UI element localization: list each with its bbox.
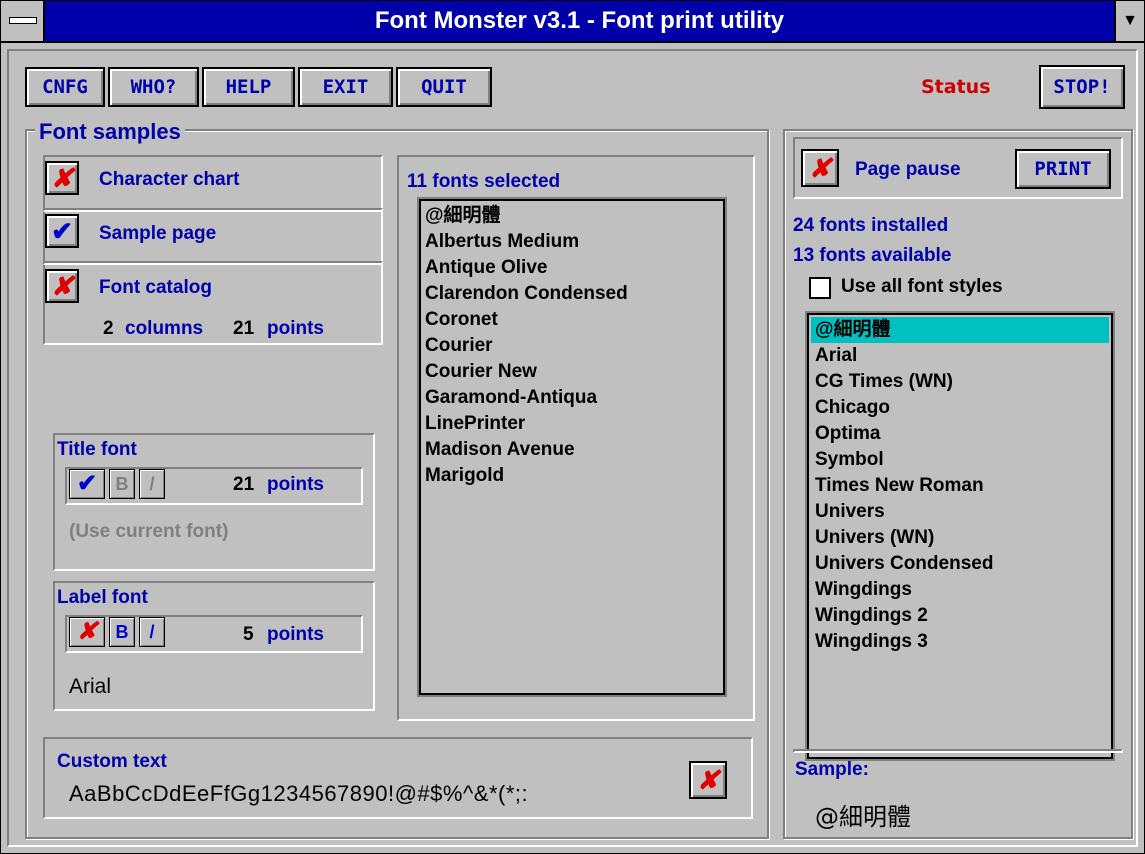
- system-menu-icon: [9, 17, 37, 24]
- selected-fonts-heading: 11 fonts selected: [407, 171, 561, 192]
- custom-text-label: Custom text: [57, 751, 167, 772]
- custom-text-value[interactable]: AaBbCcDdEeFfGg1234567890!@#$%^&*(*;:: [69, 781, 528, 807]
- title-bar: Font Monster v3.1 - Font print utility ▼: [1, 1, 1144, 43]
- divider: [793, 749, 1123, 753]
- system-menu-button[interactable]: [1, 1, 45, 41]
- label-font-points-value[interactable]: 5: [243, 624, 254, 646]
- label-font-x-button[interactable]: ✘: [69, 617, 105, 647]
- print-button[interactable]: PRINT: [1015, 149, 1111, 189]
- available-font-item[interactable]: CG Times (WN): [811, 369, 1109, 395]
- character-chart-label[interactable]: Character chart: [99, 169, 239, 191]
- page-pause-label[interactable]: Page pause: [855, 159, 961, 181]
- divider: [43, 261, 383, 265]
- who-button[interactable]: WHO?: [108, 67, 199, 107]
- selected-font-item[interactable]: Garamond-Antiqua: [421, 385, 723, 411]
- available-font-item[interactable]: Univers (WN): [811, 525, 1109, 551]
- minimize-arrow-button[interactable]: ▼: [1114, 1, 1144, 41]
- window-title: Font Monster v3.1 - Font print utility: [374, 7, 785, 34]
- selected-fonts-list[interactable]: @細明體 Albertus Medium Antique Olive Clarendo…: [419, 199, 725, 695]
- sample-page-checkbox[interactable]: ✔: [45, 214, 79, 248]
- help-button[interactable]: HELP: [202, 67, 295, 107]
- available-font-item[interactable]: Wingdings 3: [811, 629, 1109, 655]
- catalog-points-label: points: [267, 318, 324, 339]
- selected-font-item[interactable]: Courier New: [421, 359, 723, 385]
- selected-font-item[interactable]: Antique Olive: [421, 255, 723, 281]
- selected-font-item[interactable]: Coronet: [421, 307, 723, 333]
- use-all-styles-checkbox[interactable]: [809, 277, 831, 299]
- title-font-italic-button[interactable]: /: [139, 469, 165, 499]
- available-font-item[interactable]: Wingdings 2: [811, 603, 1109, 629]
- available-font-item[interactable]: Symbol: [811, 447, 1109, 473]
- quit-button[interactable]: QUIT: [396, 67, 492, 107]
- exit-button[interactable]: EXIT: [298, 67, 393, 107]
- label-font-bold-button[interactable]: B: [109, 617, 135, 647]
- custom-text-checkbox[interactable]: ✘: [689, 761, 727, 799]
- available-font-item[interactable]: @細明體: [811, 317, 1109, 343]
- cnfg-button[interactable]: CNFG: [25, 67, 105, 107]
- title-font-hint: (Use current font): [69, 521, 229, 542]
- selected-font-item[interactable]: Marigold: [421, 463, 723, 489]
- label-font-italic-button[interactable]: /: [139, 617, 165, 647]
- selected-font-item[interactable]: Courier: [421, 333, 723, 359]
- sample-label: Sample:: [795, 759, 869, 780]
- available-font-item[interactable]: Univers Condensed: [811, 551, 1109, 577]
- selected-font-item[interactable]: Madison Avenue: [421, 437, 723, 463]
- sample-text: @細明體: [815, 803, 911, 831]
- label-font-title: Label font: [57, 587, 148, 608]
- available-font-item[interactable]: Chicago: [811, 395, 1109, 421]
- available-font-item[interactable]: Optima: [811, 421, 1109, 447]
- app-window: Font Monster v3.1 - Font print utility ▼…: [0, 0, 1145, 854]
- divider: [43, 208, 383, 212]
- client-area: CNFG WHO? HELP EXIT QUIT Status STOP! Fo…: [7, 49, 1138, 847]
- label-font-name: Arial: [69, 675, 112, 698]
- fonts-installed: 24 fonts installed: [793, 215, 949, 236]
- font-catalog-label[interactable]: Font catalog: [99, 277, 212, 299]
- title-font-points-value[interactable]: 21: [233, 474, 254, 496]
- use-all-styles-label[interactable]: Use all font styles: [841, 276, 1003, 298]
- status-label: Status: [921, 76, 991, 98]
- character-chart-checkbox[interactable]: ✘: [45, 161, 79, 195]
- page-pause-checkbox[interactable]: ✘: [801, 149, 839, 187]
- selected-font-item[interactable]: @細明體: [421, 203, 723, 229]
- selected-font-item[interactable]: Clarendon Condensed: [421, 281, 723, 307]
- title-font-bold-button[interactable]: B: [109, 469, 135, 499]
- catalog-columns-label: columns: [125, 318, 204, 339]
- catalog-columns-value[interactable]: 2: [103, 318, 114, 340]
- fonts-available: 13 fonts available: [793, 245, 952, 266]
- title-font-points-label: points: [267, 474, 324, 495]
- font-catalog-checkbox[interactable]: ✘: [45, 269, 79, 303]
- label-font-points-label: points: [267, 624, 324, 645]
- sample-page-label[interactable]: Sample page: [99, 223, 216, 245]
- title-font-check-button[interactable]: ✔: [69, 469, 105, 499]
- available-font-item[interactable]: Wingdings: [811, 577, 1109, 603]
- stop-button[interactable]: STOP!: [1039, 65, 1125, 109]
- title-font-title: Title font: [57, 439, 137, 460]
- catalog-points-value[interactable]: 21: [233, 318, 254, 340]
- selected-font-item[interactable]: Albertus Medium: [421, 229, 723, 255]
- font-samples-title: Font samples: [35, 119, 185, 145]
- available-font-item[interactable]: Arial: [811, 343, 1109, 369]
- available-font-item[interactable]: Univers: [811, 499, 1109, 525]
- available-fonts-list[interactable]: @細明體 Arial CG Times (WN) Chicago Optima Symbo…: [807, 313, 1113, 759]
- available-font-item[interactable]: Times New Roman: [811, 473, 1109, 499]
- selected-font-item[interactable]: LinePrinter: [421, 411, 723, 437]
